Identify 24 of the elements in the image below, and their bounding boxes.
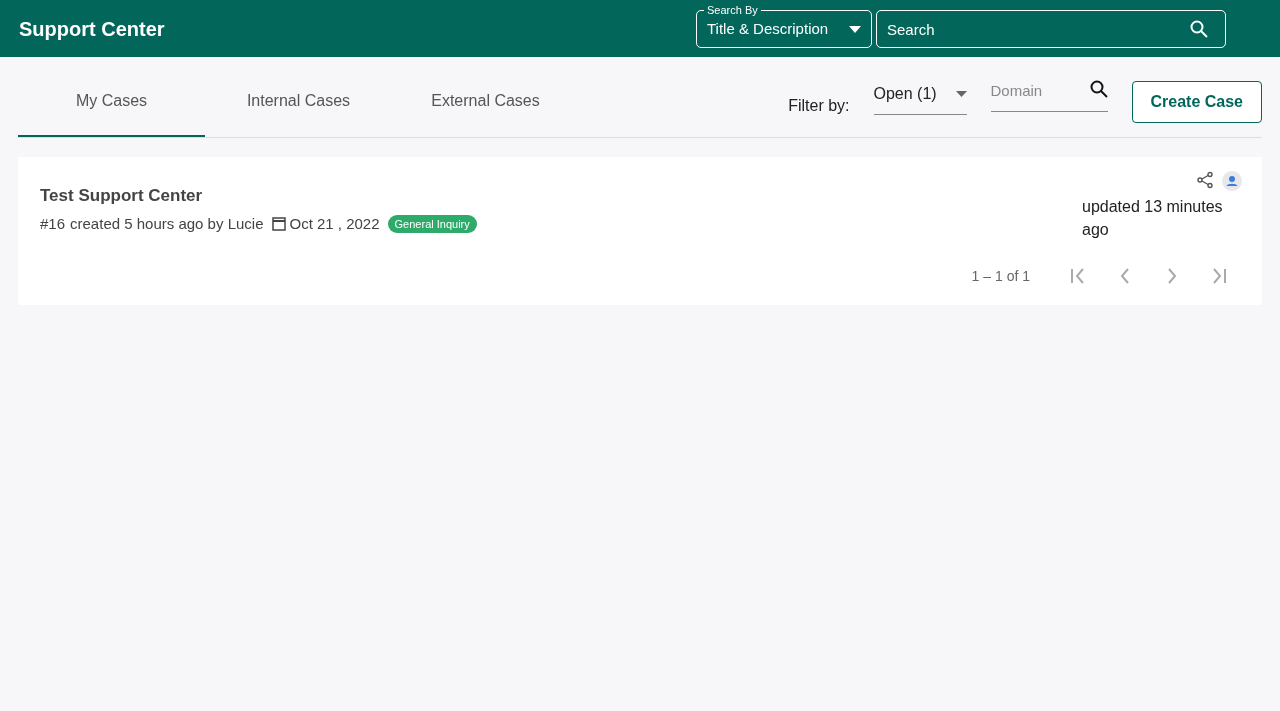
filter-label: Filter by: (788, 96, 850, 116)
search-icon[interactable] (1089, 80, 1108, 98)
tab[interactable]: My Cases (18, 87, 205, 137)
updated-info: updated 13 minutes ago (1082, 197, 1224, 240)
app-title: Support Center (19, 16, 165, 42)
caret-icon (955, 91, 967, 97)
user-avatar-icon[interactable] (1222, 171, 1242, 191)
calendar-icon (271, 216, 286, 232)
caret-icon (849, 25, 861, 33)
tab[interactable]: Internal Cases (205, 87, 392, 137)
page-range: 1 – 1 of 1 (971, 266, 1030, 286)
search-field[interactable]: Search (876, 10, 1226, 48)
created-info: created 5 hours ago by Lucie (70, 213, 264, 234)
tab[interactable]: External Cases (392, 87, 579, 137)
domain-field[interactable]: Domain (990, 80, 1108, 112)
case-card[interactable]: Test Support Center #16 created 5 hours ago by Lucie Oct 21 , 2022 General Inquiry updated 13 minutes ago 1 – 1 of 1 (18, 157, 1262, 305)
search-icon[interactable] (1190, 20, 1208, 38)
status-dropdown[interactable]: Open (1) (873, 80, 967, 115)
case-title[interactable]: Test Support Center (40, 183, 477, 209)
case-date: Oct 21 , 2022 (289, 213, 380, 234)
share-icon[interactable] (1196, 171, 1214, 189)
category-tag: General Inquiry (387, 214, 477, 233)
case-number: #16 (40, 213, 66, 234)
create-case-button[interactable]: Create Case (1131, 81, 1262, 123)
